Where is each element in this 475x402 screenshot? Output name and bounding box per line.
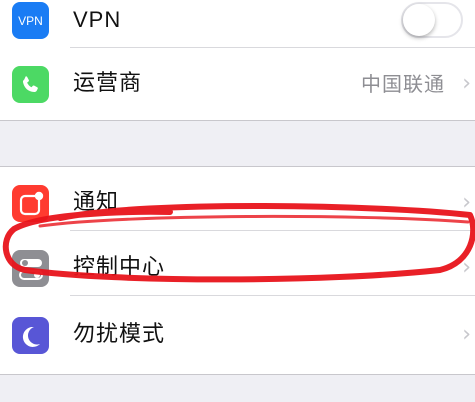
dnd-row[interactable]: 勿扰模式 › <box>0 307 475 363</box>
phone-glyph-icon <box>22 75 38 92</box>
vpn-toggle[interactable] <box>401 2 463 38</box>
vpn-toggle-knob <box>403 4 435 36</box>
control-center-icon <box>12 250 49 287</box>
control-center-glyph-icon <box>18 258 43 280</box>
moon-glyph-icon <box>22 326 40 347</box>
notifications-glyph-icon <box>19 191 43 215</box>
vpn-icon: VPN <box>12 2 49 39</box>
chevron-right-icon: › <box>462 255 471 280</box>
row-divider <box>70 230 475 231</box>
vpn-icon-text: VPN <box>18 13 43 28</box>
chevron-right-icon: › <box>462 322 471 347</box>
settings-group-network: VPN VPN 运营商 中国联通 › <box>0 0 475 121</box>
carrier-value: 中国联通 <box>361 72 445 96</box>
chevron-right-icon: › <box>462 71 471 96</box>
control-center-label: 控制中心 <box>73 255 166 280</box>
notifications-icon <box>12 185 49 222</box>
dnd-label: 勿扰模式 <box>73 322 166 347</box>
carrier-row[interactable]: 运营商 中国联通 › <box>0 56 475 112</box>
settings-group-system: 通知 › 控制中心 › 勿扰模式 › <box>0 166 475 375</box>
carrier-label: 运营商 <box>73 71 143 96</box>
moon-icon <box>12 317 49 354</box>
control-center-row[interactable]: 控制中心 › <box>0 240 475 296</box>
vpn-label: VPN <box>73 7 122 32</box>
row-divider <box>70 295 475 296</box>
chevron-right-icon: › <box>462 190 471 215</box>
notifications-label: 通知 <box>73 190 120 215</box>
vpn-row[interactable]: VPN VPN <box>0 0 475 48</box>
row-divider <box>70 47 475 48</box>
phone-icon <box>12 66 49 103</box>
notifications-row[interactable]: 通知 › <box>0 175 475 231</box>
